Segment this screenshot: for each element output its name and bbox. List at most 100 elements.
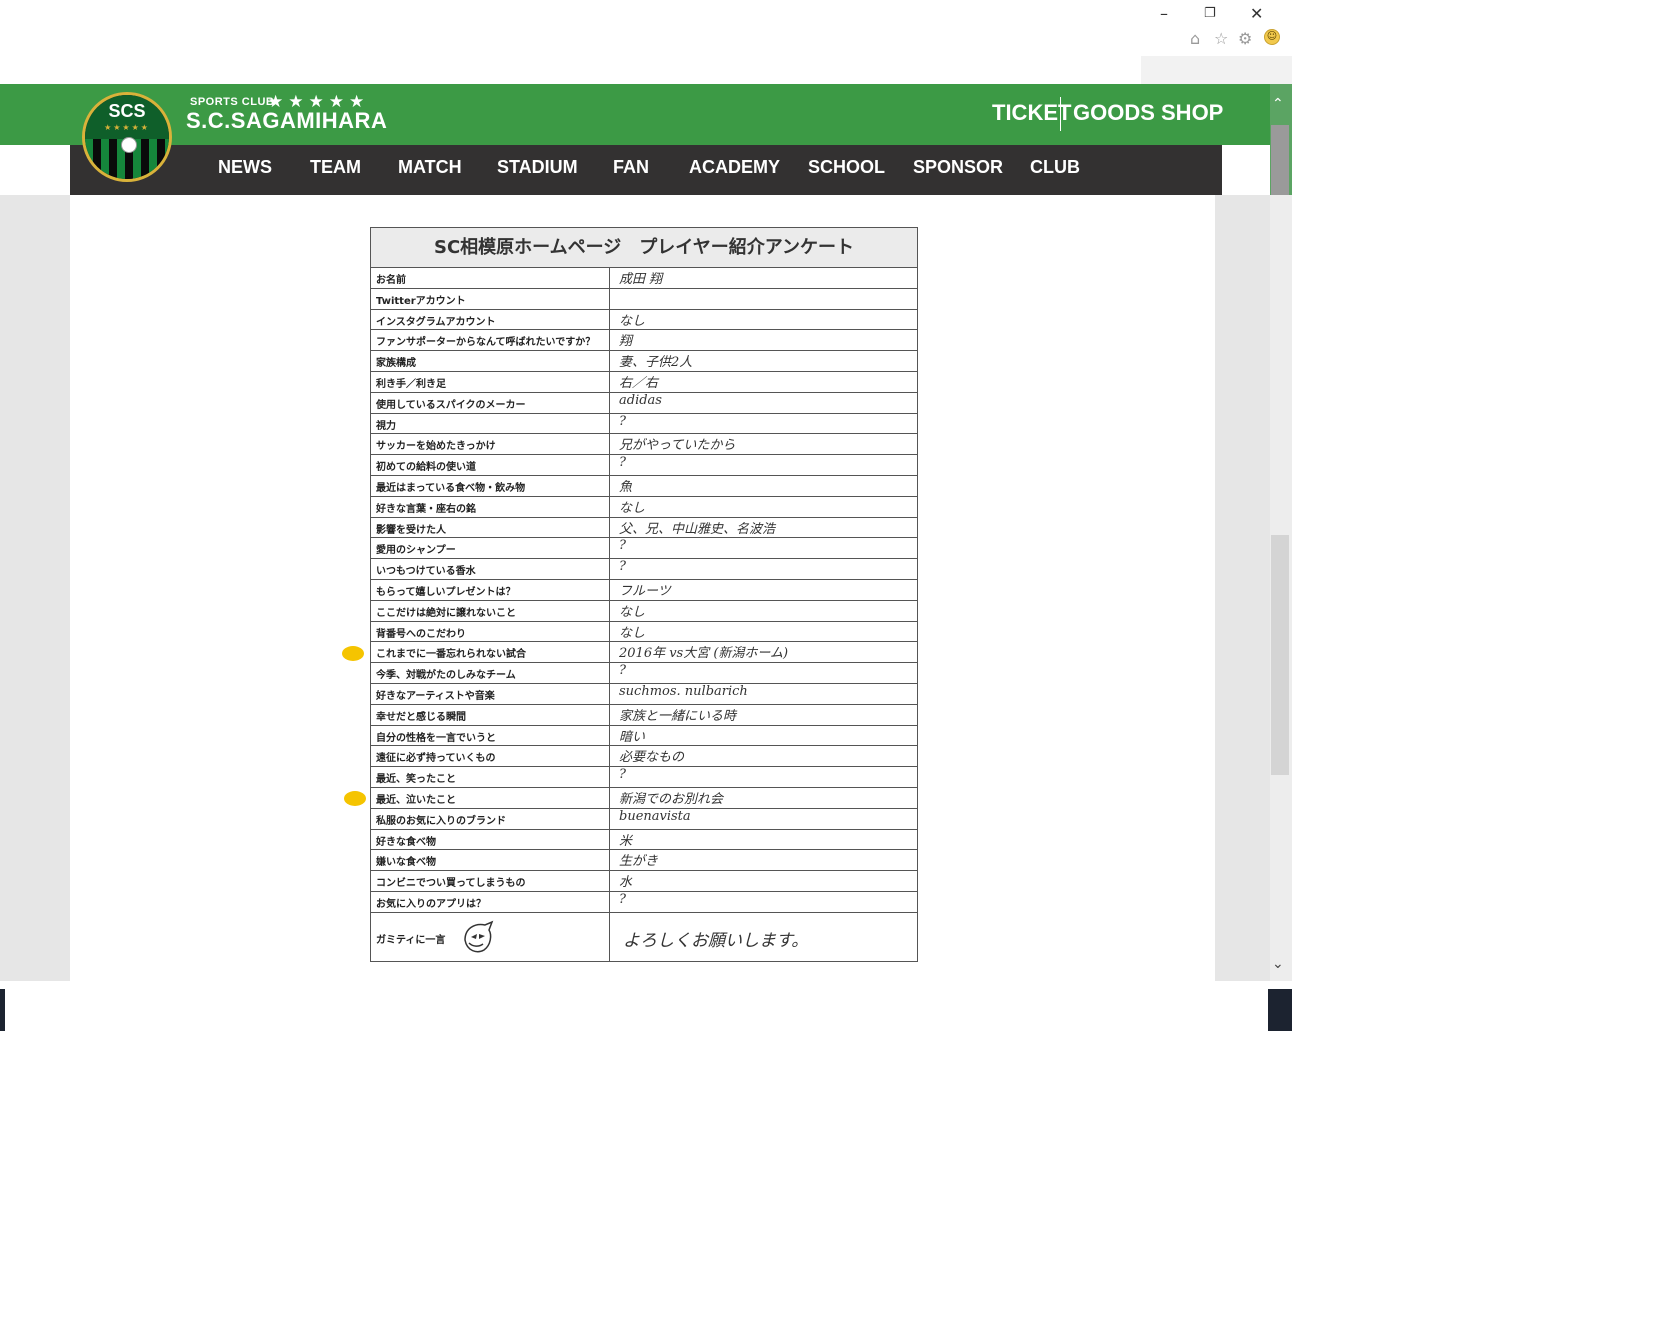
survey-row: ファンサポーターからなんて呼ばれたいですか？ 翔 [371, 330, 917, 352]
nav-match[interactable]: MATCH [398, 157, 462, 178]
survey-answer: ? [619, 538, 626, 554]
survey-answer: 2016年 vs大宮 (新潟ホーム) [619, 646, 789, 662]
survey-question: 遠征に必ず持っていくもの [376, 753, 496, 765]
survey-answer: 家族と一緒にいる時 [619, 708, 737, 724]
close-button[interactable]: ✕ [1250, 4, 1263, 23]
survey-row: 好きな食べ物 米 [371, 830, 917, 851]
nav-school[interactable]: SCHOOL [808, 157, 885, 178]
survey-row: 自分の性格を一言でいうと 暗い [371, 726, 917, 747]
survey-question: 好きな言葉・座右の銘 [376, 503, 476, 515]
survey-question: 最近、泣いたこと [376, 794, 456, 806]
survey-title: SC相模原ホームページ プレイヤー紹介アンケート [371, 228, 917, 268]
toolbar-strip [1141, 56, 1292, 84]
survey-question: 愛用のシャンプー [376, 545, 456, 557]
survey-question: 最近、笑ったこと [376, 774, 456, 786]
survey-row: いつもつけている香水? [371, 559, 917, 580]
survey-question: いつもつけている香水 [376, 566, 476, 578]
survey-row: 使用しているスパイクのメーカー adidas [371, 393, 917, 414]
survey-row: サッカーを始めたきっかけ 兄がやっていたから [371, 434, 917, 456]
mascot-icon [464, 920, 494, 953]
survey-answer: 右／右 [619, 375, 659, 391]
survey-answer: buenavista [619, 808, 691, 824]
survey-final-row: ガミティに一言 よろしくお願いします。 [371, 914, 917, 961]
survey-row: 今季、対戦がたのしみなチーム? [371, 663, 917, 684]
brand-name[interactable]: S.C.SAGAMIHARA [186, 108, 387, 134]
survey-answer: なし [619, 625, 646, 641]
scrollbar-top-block [1271, 125, 1289, 195]
survey-answer: ? [619, 455, 626, 471]
survey-question: ファンサポーターからなんて呼ばれたいですか？ [376, 337, 596, 349]
survey-question: 家族構成 [376, 358, 416, 370]
survey-answer: 父、兄、中山雅史、名波浩 [619, 521, 776, 537]
nav-stadium[interactable]: STADIUM [497, 157, 578, 178]
survey-question: 私服のお気に入りのブランド [376, 815, 506, 827]
survey-row: 嫌いな食べ物 生がき [371, 850, 917, 872]
survey-answer: 暗い [619, 729, 646, 745]
survey-row: 私服のお気に入りのブランド buenavista [371, 809, 917, 830]
smiley-feedback-icon[interactable]: ☺ [1264, 29, 1280, 45]
survey-answer: ? [619, 663, 626, 679]
survey-row: もらって嬉しいプレゼントは？ フルーツ [371, 580, 917, 601]
survey-question: 最近はまっている食べ物・飲み物 [376, 482, 526, 494]
survey-row: これまでに一番忘れられない試合 2016年 vs大宮 (新潟ホーム) [371, 642, 917, 664]
survey-row: お気に入りのアプリは？? [371, 892, 917, 913]
nav-sponsor[interactable]: SPONSOR [913, 157, 1003, 178]
nav-fan[interactable]: FAN [613, 157, 649, 178]
page-margin-left [0, 195, 70, 981]
survey-question: ここだけは絶対に譲れないこと [376, 607, 516, 619]
nav-club[interactable]: CLUB [1030, 157, 1080, 178]
logo-ball-icon [121, 137, 137, 153]
survey-answer: なし [619, 313, 646, 329]
survey-answer: adidas [619, 392, 662, 408]
survey-question: Twitterアカウント [376, 295, 466, 307]
scrollbar-thumb[interactable] [1271, 535, 1289, 775]
survey-row: インスタグラムアカウント なし [371, 310, 917, 331]
survey-rows: お名前 成田 翔 Twitterアカウント インスタグラムアカウント なし ファンサポータ… [371, 268, 917, 913]
footer-strip [0, 989, 1292, 1031]
minimize-button[interactable]: – [1160, 4, 1168, 23]
survey-answer: ? [619, 413, 626, 429]
highlight-marker [342, 646, 364, 661]
survey-question: 自分の性格を一言でいうと [376, 732, 496, 744]
nav-academy[interactable]: ACADEMY [689, 157, 780, 178]
survey-question: 利き手／利き足 [376, 378, 446, 390]
survey-row: 初めての給料の使い道? [371, 455, 917, 476]
survey-row: 好きなアーティストや音楽 suchmos. nulbarich [371, 684, 917, 705]
survey-question: お名前 [376, 275, 406, 286]
survey-row: お名前 成田 翔 [371, 268, 917, 289]
survey-question: 幸せだと感じる瞬間 [376, 711, 466, 723]
nav-team[interactable]: TEAM [310, 157, 361, 178]
scroll-down-arrow-icon[interactable]: ⌄ [1272, 956, 1284, 972]
survey-answer: 翔 [619, 334, 633, 350]
club-logo[interactable]: SCS ★★★★★ [82, 92, 172, 182]
survey-row: 幸せだと感じる瞬間 家族と一緒にいる時 [371, 705, 917, 726]
survey-row: 愛用のシャンプー? [371, 538, 917, 560]
header-separator [1060, 97, 1061, 131]
survey-question: 影響を受けた人 [376, 524, 446, 536]
final-answer: よろしくお願いします。 [623, 931, 809, 951]
survey-row: 遠征に必ず持っていくもの 必要なもの [371, 746, 917, 768]
settings-gear-icon[interactable]: ⚙ [1238, 29, 1252, 48]
survey-question: 視力 [376, 420, 396, 432]
scrollbar-track[interactable] [1270, 84, 1292, 981]
survey-row: 視力? [371, 414, 917, 435]
survey-answer: 水 [619, 875, 633, 891]
favorites-star-icon[interactable]: ☆ [1214, 29, 1228, 48]
nav-news[interactable]: NEWS [218, 157, 272, 178]
restore-button[interactable]: ❐ [1204, 6, 1216, 21]
survey-row: Twitterアカウント [371, 289, 917, 310]
survey-row: コンビニでつい買ってしまうもの 水 [371, 871, 917, 892]
survey-question: コンビニでつい買ってしまうもの [376, 878, 526, 890]
survey-answer: ? [619, 891, 626, 907]
scroll-up-arrow-icon[interactable]: ⌃ [1272, 96, 1284, 112]
home-icon[interactable]: ⌂ [1190, 29, 1200, 48]
brand-small-text: SPORTS CLUB [190, 96, 275, 108]
logo-text: SCS [108, 101, 146, 121]
survey-row: 最近、笑ったこと? [371, 767, 917, 788]
survey-answer: 成田 翔 [619, 272, 663, 287]
survey-row: 最近、泣いたこと 新潟でのお別れ会 [371, 788, 917, 809]
survey-question: 嫌いな食べ物 [376, 857, 436, 869]
goods-shop-link[interactable]: GOODS SHOP [1073, 100, 1223, 126]
survey-answer: suchmos. nulbarich [619, 683, 748, 699]
survey-answer: ? [619, 559, 626, 575]
